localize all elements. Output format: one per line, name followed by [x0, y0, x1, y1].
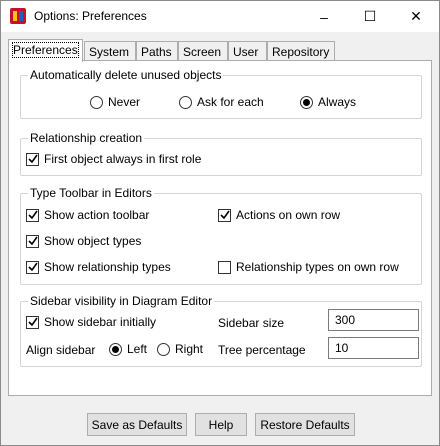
align-sidebar-label: Align sidebar: [26, 343, 96, 357]
relationship-creation-group: Relationship creation First object alway…: [20, 131, 422, 176]
checkmark-icon: [27, 154, 38, 164]
tab-user[interactable]: User: [228, 41, 267, 61]
checkmark-icon: [27, 262, 38, 272]
radio-never[interactable]: Never: [90, 95, 140, 109]
save-as-defaults-button[interactable]: Save as Defaults: [87, 413, 187, 436]
close-button[interactable]: ✕: [393, 1, 439, 32]
checkmark-icon: [219, 210, 230, 220]
tab-repository[interactable]: Repository: [267, 41, 335, 61]
preferences-panel: Automatically delete unused objects Neve…: [8, 60, 432, 396]
relationship-creation-label: Relationship creation: [28, 131, 145, 145]
tab-preferences[interactable]: Preferences: [8, 39, 83, 62]
radio-always[interactable]: Always: [300, 95, 356, 109]
checkmark-icon: [27, 317, 38, 327]
type-toolbar-label: Type Toolbar in Editors: [28, 186, 154, 200]
minimize-icon: –: [320, 8, 328, 25]
show-object-types-checkbox[interactable]: Show object types: [26, 234, 141, 248]
sidebar-visibility-label: Sidebar visibility in Diagram Editor: [28, 294, 215, 308]
radio-ask-for-each[interactable]: Ask for each: [179, 95, 264, 109]
show-action-toolbar-checkbox[interactable]: Show action toolbar: [26, 208, 149, 222]
radio-align-left[interactable]: Left: [109, 342, 147, 356]
options-window: Options: Preferences – ☐ ✕ Preferences S…: [0, 0, 440, 446]
sidebar-size-label: Sidebar size: [218, 316, 285, 330]
sidebar-size-input[interactable]: 300: [328, 309, 419, 331]
delete-unused-group: Automatically delete unused objects Neve…: [20, 68, 422, 119]
close-icon: ✕: [410, 8, 422, 24]
first-object-check[interactable]: [26, 152, 39, 166]
type-toolbar-group: Type Toolbar in Editors Show action tool…: [20, 186, 422, 285]
radio-ask-circle[interactable]: [179, 95, 192, 109]
radio-always-circle[interactable]: [300, 95, 313, 109]
tree-percentage-input[interactable]: 10: [328, 337, 419, 359]
actions-own-row-checkbox[interactable]: Actions on own row: [218, 208, 340, 222]
app-logo-icon: [10, 8, 26, 24]
title-bar[interactable]: Options: Preferences – ☐ ✕: [1, 1, 439, 32]
first-object-checkbox[interactable]: First object always in first role: [26, 152, 201, 166]
maximize-icon: ☐: [363, 8, 377, 24]
checkmark-icon: [27, 236, 38, 246]
tree-percentage-label: Tree percentage: [218, 343, 306, 357]
show-sidebar-checkbox[interactable]: Show sidebar initially: [26, 315, 156, 329]
minimize-button[interactable]: –: [301, 1, 347, 32]
checkmark-icon: [27, 210, 38, 220]
show-relationship-types-checkbox[interactable]: Show relationship types: [26, 260, 171, 274]
window-title: Options: Preferences: [34, 9, 147, 23]
relationship-types-own-row-checkbox[interactable]: Relationship types on own row: [218, 260, 399, 274]
delete-unused-label: Automatically delete unused objects: [28, 68, 224, 82]
radio-align-right[interactable]: Right: [157, 342, 203, 356]
restore-defaults-button[interactable]: Restore Defaults: [255, 413, 355, 436]
radio-never-circle[interactable]: [90, 95, 103, 109]
maximize-button[interactable]: ☐: [347, 1, 393, 32]
help-button[interactable]: Help: [195, 413, 247, 436]
sidebar-visibility-group: Sidebar visibility in Diagram Editor Sho…: [20, 294, 422, 367]
tab-system[interactable]: System: [84, 41, 136, 61]
tab-screen[interactable]: Screen: [178, 41, 228, 61]
tab-paths[interactable]: Paths: [136, 41, 178, 61]
